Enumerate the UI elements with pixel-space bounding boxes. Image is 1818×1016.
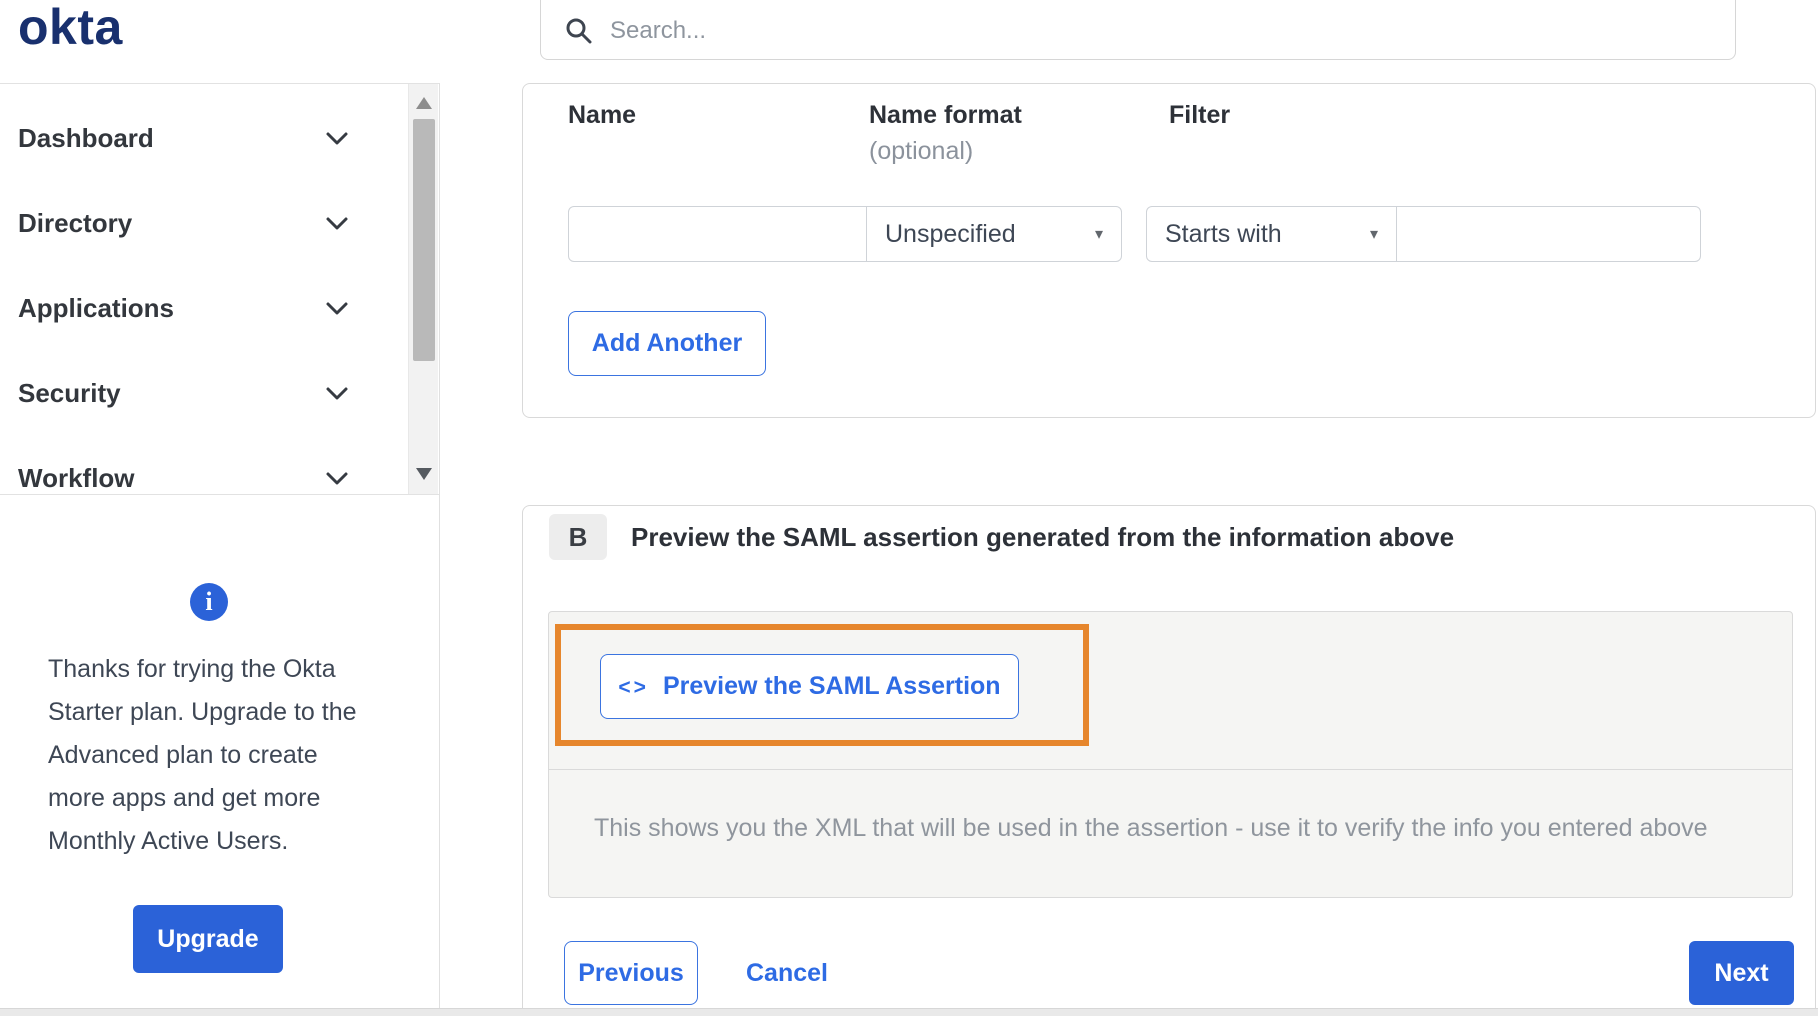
scrollbar-thumb[interactable] — [413, 119, 435, 361]
preview-section-heading: Preview the SAML assertion generated fro… — [631, 522, 1455, 552]
chevron-down-icon — [325, 131, 349, 147]
viewport-bottom-strip — [0, 1008, 1818, 1016]
name-format-column-header: Name format — [869, 101, 1022, 129]
info-icon: i — [190, 583, 228, 621]
preview-help-text: This shows you the XML that will be used… — [594, 814, 1708, 842]
sidebar-item-dashboard[interactable]: Dashboard — [0, 96, 439, 181]
okta-admin-console: okta Dashboard Directory Applications Secur… — [0, 0, 1818, 1016]
preview-panel: <> Preview the SAML Assertion This shows… — [548, 611, 1793, 898]
previous-button[interactable]: Previous — [564, 941, 698, 1005]
filter-column-header: Filter — [1169, 101, 1231, 129]
sidebar-item-directory[interactable]: Directory — [0, 181, 439, 266]
sidebar-item-label: Directory — [18, 208, 133, 238]
sidebar-item-label: Dashboard — [18, 123, 154, 153]
sidebar: Dashboard Directory Applications Security Wo… — [0, 83, 440, 495]
chevron-down-icon — [325, 386, 349, 402]
filter-type-selected-value: Starts with — [1165, 219, 1282, 248]
filter-type-select[interactable]: Starts with ▾ — [1146, 206, 1397, 262]
upgrade-button[interactable]: Upgrade — [133, 905, 283, 973]
preview-assertion-card: B Preview the SAML assertion generated f… — [522, 505, 1816, 1016]
chevron-down-icon — [325, 471, 349, 487]
dropdown-arrow-icon: ▾ — [1094, 226, 1103, 243]
name-format-select[interactable]: Unspecified ▾ — [866, 206, 1122, 262]
name-format-selected-value: Unspecified — [885, 219, 1016, 248]
sidebar-item-workflow[interactable]: Workflow — [0, 436, 439, 521]
plan-promo-text: Thanks for trying the Okta Starter plan.… — [48, 655, 357, 855]
attribute-name-input[interactable] — [568, 206, 867, 262]
sidebar-item-security[interactable]: Security — [0, 351, 439, 436]
search-input[interactable] — [610, 15, 1735, 45]
scroll-down-icon[interactable] — [416, 468, 432, 480]
step-b-badge: B — [549, 514, 607, 560]
filter-value-input[interactable] — [1396, 206, 1701, 262]
next-button[interactable]: Next — [1689, 941, 1794, 1005]
code-brackets-icon: <> — [618, 675, 649, 699]
preview-saml-assertion-button[interactable]: <> Preview the SAML Assertion — [600, 654, 1019, 719]
sidebar-item-label: Applications — [18, 293, 175, 323]
search-icon — [566, 18, 592, 43]
add-another-button[interactable]: Add Another — [568, 311, 766, 376]
scroll-up-icon[interactable] — [416, 97, 432, 109]
sidebar-item-label: Workflow — [18, 463, 135, 493]
sidebar-nav: Dashboard Directory Applications Security Wo… — [0, 84, 439, 521]
sidebar-item-label: Security — [18, 378, 121, 408]
sidebar-scrollbar[interactable] — [408, 84, 438, 494]
cancel-link[interactable]: Cancel — [746, 941, 828, 1005]
sidebar-item-applications[interactable]: Applications — [0, 266, 439, 351]
preview-button-label: Preview the SAML Assertion — [662, 672, 1001, 700]
sidebar-main-divider — [439, 83, 440, 1016]
name-column-header: Name — [568, 101, 637, 129]
okta-logo: okta — [18, 0, 123, 55]
attribute-statements-card: Name Name format (optional) Filter Unspe… — [522, 83, 1816, 418]
global-search[interactable] — [540, 0, 1736, 60]
chevron-down-icon — [325, 216, 349, 232]
name-format-optional-label: (optional) — [869, 137, 974, 165]
dropdown-arrow-icon: ▾ — [1369, 226, 1378, 243]
chevron-down-icon — [325, 301, 349, 317]
panel-divider — [549, 769, 1792, 770]
